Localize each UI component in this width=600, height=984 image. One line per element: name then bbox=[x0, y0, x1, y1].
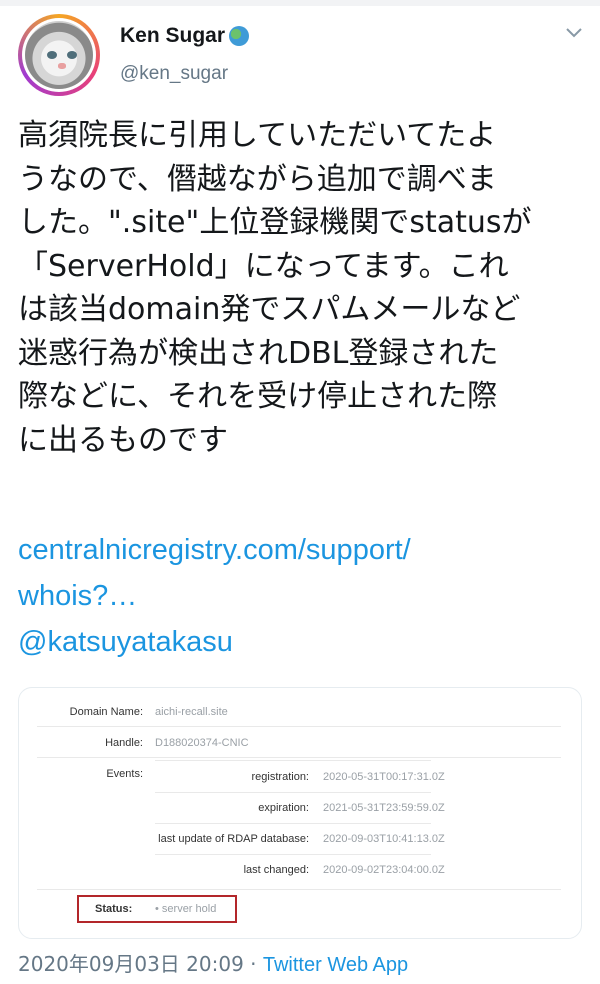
tweet-line: 迷惑行為が検出されDBL登録された bbox=[18, 335, 499, 371]
tweet-line: 高須院長に引用していただいてたよ bbox=[18, 118, 497, 153]
source-app-link[interactable]: Twitter Web App bbox=[263, 954, 408, 976]
status-label: Status: bbox=[95, 903, 133, 915]
tweet-body: 高須院長に引用していただいてたよ うなので、僭越ながら追加で調べま した。".s… bbox=[18, 114, 580, 462]
whois-link-continued[interactable]: whois?… bbox=[18, 580, 137, 613]
chevron-down-icon[interactable] bbox=[564, 26, 584, 40]
tweet-line: した。".site"上位登録機関でstatusが bbox=[18, 205, 532, 240]
top-divider bbox=[0, 0, 600, 6]
display-name[interactable]: Ken Sugar bbox=[120, 24, 250, 48]
tweet-meta: 2020年09月03日 20:09 · Twitter Web App bbox=[18, 948, 408, 977]
avatar[interactable] bbox=[18, 14, 100, 96]
separator: · bbox=[243, 952, 263, 976]
mention-link[interactable]: @katsuyatakasu bbox=[18, 626, 233, 659]
user-handle[interactable]: @ken_sugar bbox=[120, 63, 228, 85]
tweet-line: に出るものです bbox=[18, 422, 228, 458]
tweet-line: うなので、僭越ながら追加で調べま bbox=[18, 161, 497, 197]
tweet-line: 際などに、それを受け停止された際 bbox=[18, 379, 498, 414]
tweet-line: は該当domain発でスパムメールなど bbox=[18, 292, 521, 327]
globe-icon bbox=[229, 26, 250, 46]
cat-avatar-image bbox=[25, 21, 93, 89]
whois-link[interactable]: centralnicregistry.com/support/ bbox=[18, 534, 411, 567]
timestamp[interactable]: 2020年09月03日 20:09 bbox=[18, 952, 244, 976]
attached-image-whois[interactable]: Domain Name: aichi-recall.site Handle: D… bbox=[18, 687, 582, 939]
tweet-line: 「ServerHold」になってます。これ bbox=[18, 248, 509, 284]
status-value: • server hold bbox=[155, 903, 217, 915]
